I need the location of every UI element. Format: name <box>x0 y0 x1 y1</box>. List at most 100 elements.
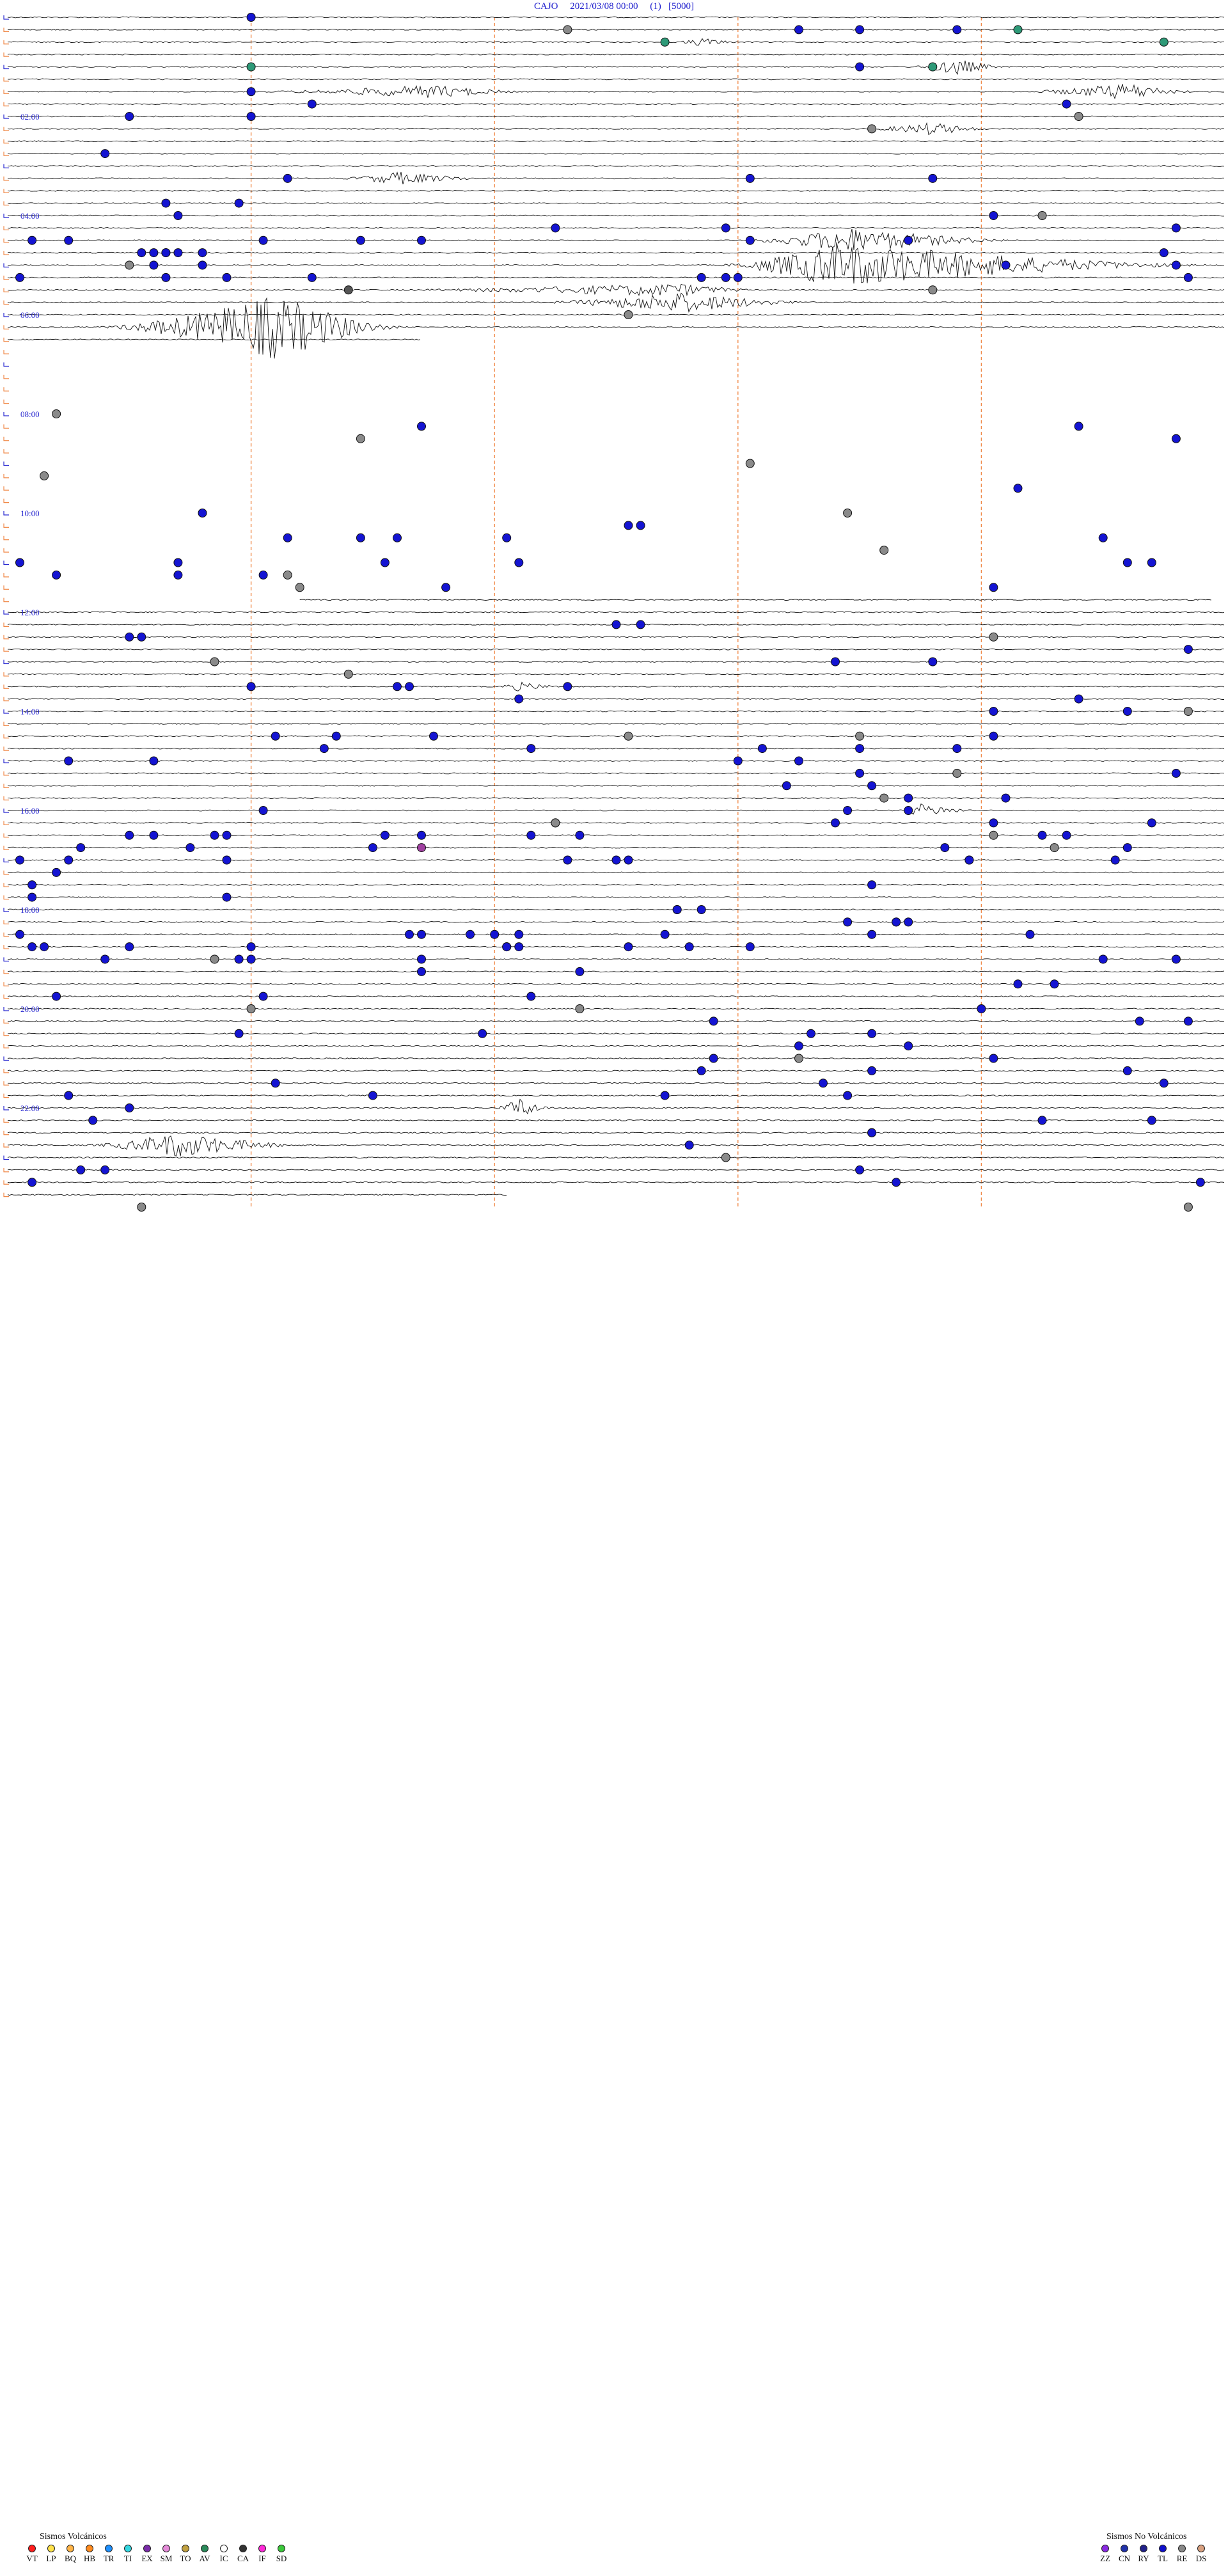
event-marker-vt <box>222 273 232 282</box>
event-marker-vt <box>198 248 207 258</box>
seismic-trace <box>7 276 1225 279</box>
seismic-trace <box>7 1070 1225 1072</box>
event-marker-ic <box>210 954 219 964</box>
event-marker-vt <box>928 173 938 183</box>
event-marker-vt <box>502 942 512 952</box>
event-marker-vt <box>1147 818 1156 828</box>
event-marker-vt <box>940 843 950 853</box>
hour-label: 16:00 <box>20 806 40 816</box>
event-marker-vt <box>831 657 840 667</box>
event-marker-vt <box>819 1079 828 1088</box>
legend-non-volcanic-ry-swatch <box>1140 2545 1147 2552</box>
event-marker-vt <box>64 1091 74 1100</box>
event-marker-vt <box>526 744 536 754</box>
row-tick <box>3 548 9 553</box>
event-marker-ic <box>343 669 353 679</box>
seismic-trace <box>7 313 1225 316</box>
legend-non-volcanic-tl-swatch <box>1159 2545 1167 2552</box>
event-marker-vt <box>904 917 913 927</box>
event-marker-ca <box>343 285 353 295</box>
event-marker-vt <box>989 583 998 592</box>
event-marker-vt <box>15 929 24 939</box>
event-marker-ic <box>989 632 998 642</box>
event-marker-vt <box>222 855 232 865</box>
seismic-trace <box>7 921 1225 923</box>
row-tick <box>3 436 9 441</box>
event-marker-vt <box>831 818 840 828</box>
event-marker-vt <box>149 260 159 270</box>
legend-non-volcanic-re-swatch <box>1178 2545 1186 2552</box>
event-marker-vt <box>855 25 865 35</box>
event-marker-vt <box>1037 830 1047 840</box>
event-marker-vt <box>684 1141 694 1150</box>
event-marker-vt <box>1074 694 1083 704</box>
seismic-trace <box>7 165 1225 167</box>
legend-volcanic-tr-swatch <box>105 2545 113 2552</box>
event-marker-vt <box>258 806 268 815</box>
event-marker-sm <box>417 843 426 853</box>
event-marker-vt <box>149 756 159 766</box>
event-marker-ic <box>551 818 560 828</box>
seismic-trace <box>7 1194 507 1196</box>
event-marker-vt <box>551 223 560 233</box>
event-marker-vt <box>64 855 74 865</box>
event-marker-vt <box>125 112 134 121</box>
event-marker-vt <box>660 1091 670 1100</box>
event-marker-vt <box>246 942 256 952</box>
legend-volcanic-vt-label: VT <box>26 2554 38 2563</box>
event-marker-vt <box>843 1091 853 1100</box>
event-marker-vt <box>1001 793 1011 803</box>
seismic-trace <box>7 970 1225 973</box>
seismic-trace <box>8 821 1225 824</box>
legend-volcanic-to-label: TO <box>180 2554 191 2563</box>
legend-non-volcanic-ds-label: DS <box>1195 2554 1207 2563</box>
seismic-trace <box>299 599 1211 601</box>
row-tick <box>3 560 9 565</box>
hour-label: 18:00 <box>20 905 40 915</box>
seismic-trace <box>7 735 1225 738</box>
legend-volcanic-av-label: AV <box>199 2554 210 2563</box>
event-marker-vt <box>393 533 402 542</box>
seismic-trace <box>7 995 1225 998</box>
seismic-trace <box>7 229 1225 250</box>
seismic-trace <box>7 202 1225 205</box>
seismic-trace <box>7 115 1225 118</box>
legend-volcanic-ca-swatch <box>239 2545 247 2552</box>
row-tick <box>3 350 9 354</box>
event-marker-vt <box>807 1029 815 1038</box>
event-marker-vt <box>1037 1116 1047 1125</box>
seismic-trace <box>7 53 1225 56</box>
event-marker-vt <box>977 1004 986 1013</box>
seismic-trace <box>7 908 1225 911</box>
event-marker-av <box>246 62 256 72</box>
event-marker-ic <box>52 409 61 418</box>
seismic-trace <box>7 933 1225 936</box>
event-marker-ic <box>40 471 49 480</box>
seismic-trace <box>7 673 1225 676</box>
legend-volcanic-hb-label: HB <box>83 2554 96 2563</box>
event-marker-vt <box>989 1054 998 1063</box>
event-marker-ic <box>867 124 877 134</box>
row-tick <box>3 473 9 478</box>
event-marker-vt <box>843 806 853 815</box>
event-marker-ic <box>1074 112 1083 121</box>
event-marker-vt <box>173 248 183 258</box>
event-marker-vt <box>1122 843 1132 853</box>
seismic-trace <box>7 1169 1225 1171</box>
legend-non-volcanic-items: ZZ CN RY TL RE DS <box>1098 2545 1209 2564</box>
event-marker-vt <box>52 867 61 877</box>
event-marker-vt <box>636 620 645 629</box>
event-marker-vt <box>989 818 998 828</box>
legend-volcanic-tr-label: TR <box>103 2554 114 2563</box>
event-marker-vt <box>417 929 426 939</box>
row-tick <box>3 362 9 367</box>
event-marker-vt <box>307 99 317 109</box>
event-marker-vt <box>892 1178 901 1187</box>
event-marker-av <box>928 62 938 72</box>
event-marker-vt <box>1110 855 1120 865</box>
event-marker-vt <box>490 929 500 939</box>
legend-volcanic-bq: BQ <box>63 2545 78 2564</box>
seismic-trace <box>7 772 1225 775</box>
event-marker-ic <box>1050 843 1059 853</box>
legend-volcanic-ca: CA <box>235 2545 251 2564</box>
